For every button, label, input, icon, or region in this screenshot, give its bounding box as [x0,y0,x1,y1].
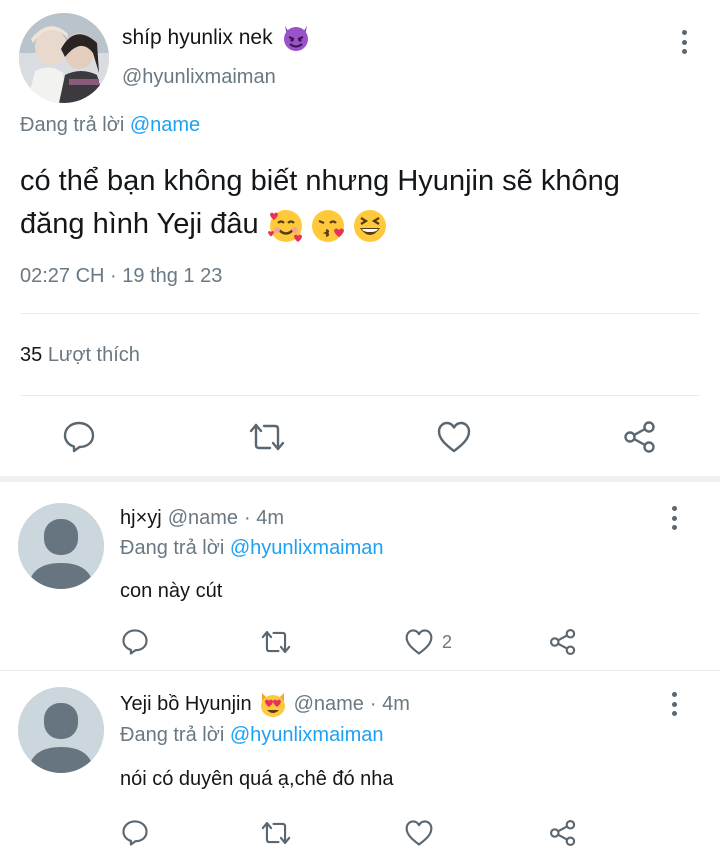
kissing-face-emoji [309,206,347,244]
reply-icon[interactable] [121,628,149,656]
display-name[interactable]: shíp hyunlix nek [122,26,273,50]
avatar[interactable] [18,503,104,589]
smiling-imp-emoji [281,24,311,52]
divider [20,395,700,396]
more-options-icon[interactable] [680,30,688,54]
reply-to-link[interactable]: @hyunlixmaiman [230,724,384,746]
smiling-cat-with-heart-eyes-emoji [258,690,288,718]
more-options-icon[interactable] [670,692,678,716]
divider [0,670,720,671]
like-count: 2 [442,631,453,652]
replying-to: Đang trả lời @hyunlixmaiman [120,537,384,560]
likes-summary[interactable]: 35 Lượt thích [20,344,140,367]
share-icon[interactable] [548,819,578,847]
retweet-icon[interactable] [248,420,286,454]
reply-prefix: Đang trả lời [120,724,225,746]
like-button[interactable]: 2 [404,628,452,656]
reply-to-link[interactable]: @hyunlixmaiman [230,537,384,559]
reply-prefix: Đang trả lời [120,537,225,559]
share-icon[interactable] [622,420,658,454]
retweet-icon[interactable] [260,819,292,847]
user-handle[interactable]: @hyunlixmaiman [122,66,276,89]
reply-to-link[interactable]: @name [130,114,200,136]
reply-author-name[interactable]: Yeji bồ Hyunjin [120,693,252,716]
reply-author-name[interactable]: hj×yj [120,507,162,530]
reply-prefix: Đang trả lời [20,114,125,136]
more-options-icon[interactable] [670,506,678,530]
avatar[interactable] [18,687,104,773]
like-icon [404,628,434,656]
reply-icon[interactable] [62,420,96,454]
reply-author-handle[interactable]: @name [294,693,364,716]
avatar[interactable] [19,13,109,103]
tweet-text: có thể bạn không biết nhưng Hyunjin sẽ k… [20,160,700,246]
reply-time: · 4m [244,506,285,529]
tweet-text-line-1: có thể bạn không biết nhưng Hyunjin sẽ k… [20,165,620,197]
reply-icon[interactable] [121,819,149,847]
like-icon[interactable] [436,420,472,454]
reply-header: hj×yj @name · 4m [120,505,284,531]
reply-text: con này cút [120,580,223,602]
likes-label: Lượt thích [47,344,140,366]
reply-author-handle[interactable]: @name [168,507,238,530]
share-icon[interactable] [548,628,578,656]
tweet-text-line-2: đăng hình Yeji đâu [20,208,259,240]
section-separator [0,476,720,482]
replying-to: Đang trả lời @hyunlixmaiman [120,724,384,747]
tweet-timestamp[interactable]: 02:27 CH · 19 thg 1 23 [20,265,222,288]
likes-count: 35 [20,344,43,366]
replying-to: Đang trả lời @name [20,114,200,137]
retweet-icon[interactable] [260,628,292,656]
reply-header: Yeji bồ Hyunjin @name · 4m [120,690,410,718]
grinning-squinting-emoji [351,206,389,244]
like-icon[interactable] [404,819,434,847]
reply-time: · 4m [369,692,410,715]
smiling-face-with-hearts-emoji [267,206,305,244]
reply-text: nói có duyên quá ạ,chê đó nha [120,768,394,790]
divider [20,313,700,314]
